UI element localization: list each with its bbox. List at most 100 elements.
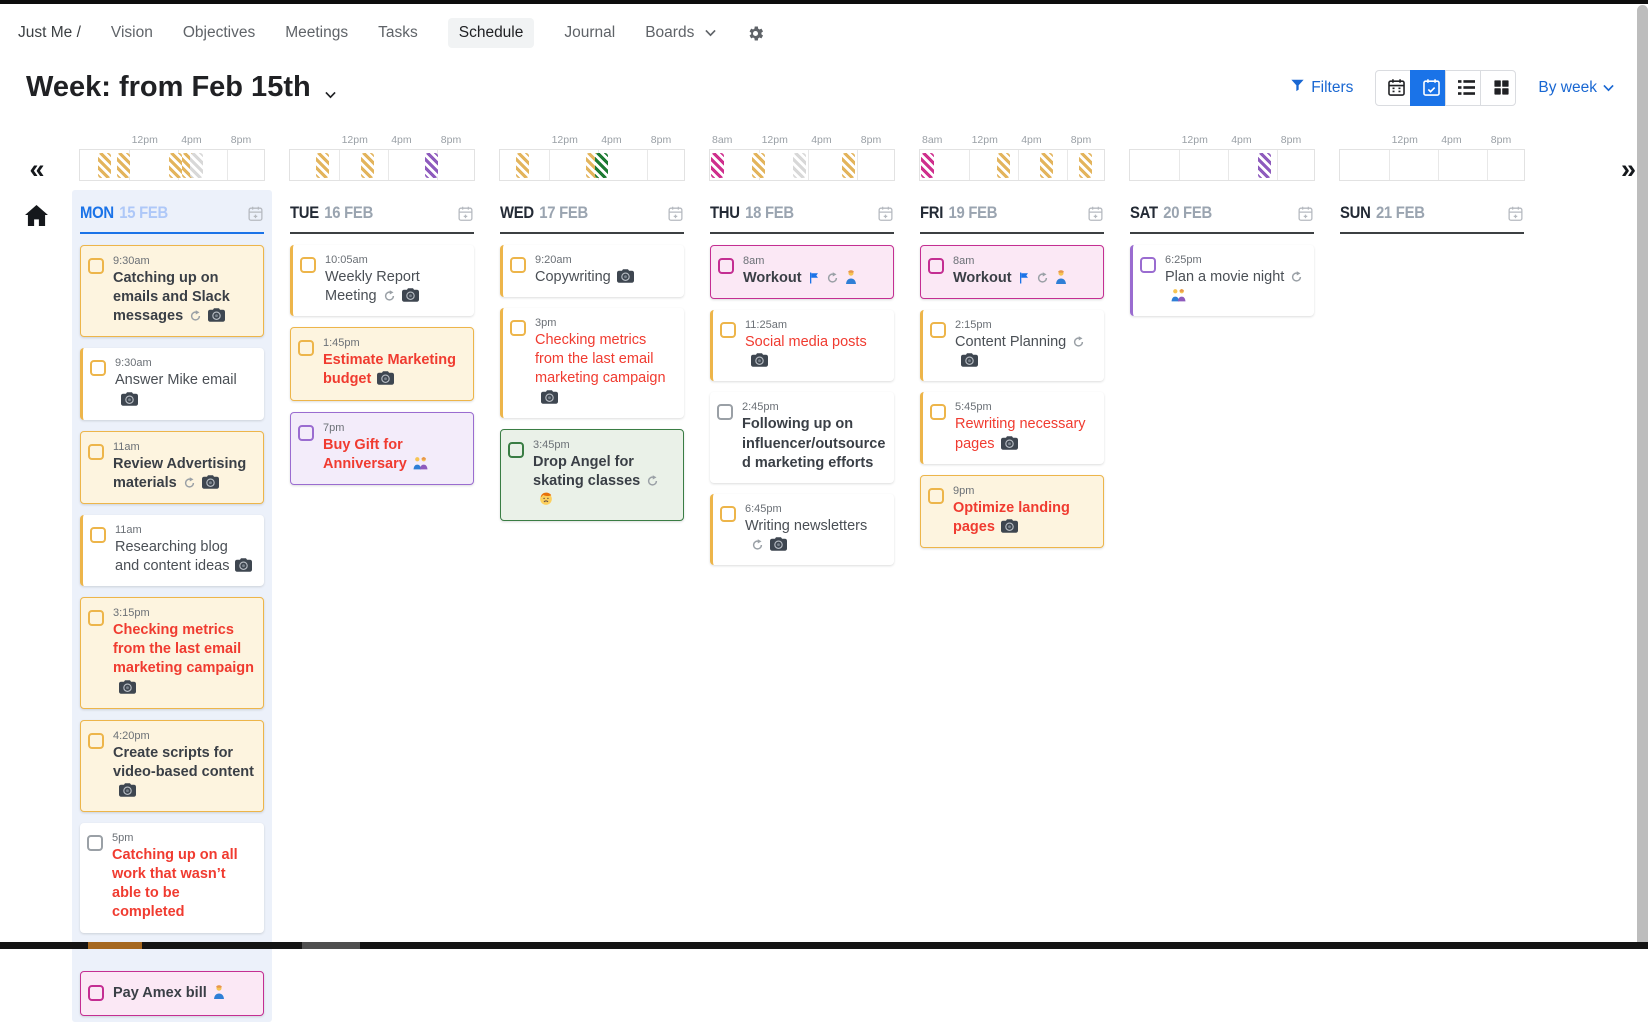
timeline-gridline (969, 150, 970, 180)
vertical-scrollbar[interactable] (1637, 5, 1648, 949)
task-checkbox[interactable] (87, 835, 103, 851)
task-time: 1:45pm (323, 337, 465, 349)
task-checkbox[interactable] (510, 257, 526, 273)
task-checkbox[interactable] (88, 610, 104, 626)
previous-week-button[interactable]: « (0, 156, 72, 183)
task-card[interactable]: 6:45pmWriting newsletters (710, 494, 894, 565)
list-view-button[interactable] (1445, 70, 1481, 106)
task-checkbox[interactable] (90, 527, 106, 543)
filters-button[interactable]: Filters (1290, 78, 1353, 97)
task-card[interactable]: 7pmBuy Gift for Anniversary (290, 412, 474, 485)
task-time: 9pm (953, 485, 1095, 497)
task-checkbox[interactable] (88, 733, 104, 749)
timeline-box (79, 149, 265, 181)
task-checkbox[interactable] (508, 442, 524, 458)
task-card[interactable]: 2:15pmContent Planning (920, 310, 1104, 381)
task-card[interactable]: 11amReview Advertising materials (80, 431, 264, 504)
nav-item-boards[interactable]: Boards (645, 24, 716, 42)
add-task-icon[interactable] (457, 205, 474, 222)
timeline-gridline (388, 150, 389, 180)
by-week-dropdown[interactable]: By week (1538, 79, 1614, 97)
calendar-view-button[interactable] (1375, 70, 1411, 106)
schedule-view-button[interactable] (1410, 70, 1446, 106)
task-checkbox[interactable] (930, 322, 946, 338)
task-checkbox[interactable] (928, 258, 944, 274)
viewgrid-icon (1493, 79, 1510, 96)
task-time: 3:15pm (113, 607, 255, 619)
task-checkbox[interactable] (717, 404, 733, 420)
task-card[interactable]: 3:45pmDrop Angel for skating classes (500, 429, 684, 521)
breadcrumb[interactable]: Just Me / (18, 24, 81, 42)
task-card[interactable]: 8amWorkout (710, 245, 894, 299)
day-header-text: WED17 FEB (500, 204, 588, 223)
task-checkbox[interactable] (930, 404, 946, 420)
day-date: 18 FEB (745, 204, 794, 223)
task-time: 8am (743, 255, 885, 267)
task-checkbox[interactable] (298, 340, 314, 356)
task-title: Writing newsletters (745, 517, 886, 555)
task-card[interactable]: 9pmOptimize landing pages (920, 475, 1104, 548)
day-body: THU18 FEB8amWorkout11:25amSocial media p… (702, 190, 902, 942)
task-title: Create scripts for video-based content (113, 744, 255, 801)
task-card[interactable]: 11amResearching blog and content ideas (80, 515, 264, 586)
task-checkbox[interactable] (298, 425, 314, 441)
add-task-icon[interactable] (247, 205, 264, 222)
task-checkbox[interactable] (1140, 257, 1156, 273)
task-checkbox[interactable] (510, 320, 526, 336)
task-card[interactable]: 6:25pmPlan a movie night (1130, 245, 1314, 316)
tick-label: 4pm (1441, 134, 1461, 146)
task-card[interactable]: 1:45pmEstimate Marketing budget (290, 327, 474, 400)
nav-item-objectives[interactable]: Objectives (183, 24, 255, 42)
task-card[interactable]: 4:20pmCreate scripts for video-based con… (80, 720, 264, 812)
tick-label: 8pm (441, 134, 461, 146)
task-checkbox[interactable] (88, 444, 104, 460)
task-card[interactable]: 9:20amCopywriting (500, 245, 684, 297)
add-task-icon[interactable] (877, 205, 894, 222)
task-checkbox[interactable] (88, 985, 104, 1001)
add-task-icon[interactable] (1507, 205, 1524, 222)
task-card[interactable]: 9:30amCatching up on emails and Slack me… (80, 245, 264, 337)
day-name: SAT (1130, 204, 1158, 223)
task-checkbox[interactable] (718, 258, 734, 274)
nav-item-label: Journal (564, 24, 615, 42)
task-checkbox[interactable] (90, 360, 106, 376)
add-task-icon[interactable] (1087, 205, 1104, 222)
task-content: 3:45pmDrop Angel for skating classes (533, 439, 675, 510)
task-time: 9:30am (115, 357, 256, 369)
timeline-bar (98, 153, 111, 178)
nav-item-schedule[interactable]: Schedule (448, 18, 535, 48)
home-icon[interactable] (0, 205, 72, 231)
grid-view-button[interactable] (1480, 70, 1516, 106)
task-checkbox[interactable] (88, 258, 104, 274)
task-checkbox[interactable] (300, 257, 316, 273)
task-checkbox[interactable] (720, 322, 736, 338)
week-title-dropdown[interactable]: Week: from Feb 15th (26, 68, 336, 107)
task-checkbox[interactable] (720, 506, 736, 522)
task-content: 8amWorkout (743, 255, 885, 288)
timeline-gridline (1228, 150, 1229, 180)
task-card[interactable]: 5pmCatching up on all work that wasn’t a… (80, 823, 264, 933)
task-content: 9:30amAnswer Mike email (115, 357, 256, 409)
tick-label: 12pm (1182, 134, 1208, 146)
nav-item-meetings[interactable]: Meetings (285, 24, 348, 42)
mini-timeline: 8am12pm4pm8pm (919, 134, 1105, 184)
task-card[interactable]: 8amWorkout (920, 245, 1104, 299)
task-card[interactable]: 9:30amAnswer Mike email (80, 348, 264, 419)
nav-item-tasks[interactable]: Tasks (378, 24, 418, 42)
nav-item-journal[interactable]: Journal (564, 24, 615, 42)
task-card[interactable]: Pay Amex bill (80, 971, 264, 1016)
task-card[interactable]: 10:05amWeekly Report Meeting (290, 245, 474, 316)
task-card[interactable]: 3:15pmChecking metrics from the last ema… (80, 597, 264, 709)
task-card[interactable]: 3pmChecking metrics from the last email … (500, 308, 684, 418)
task-checkbox[interactable] (928, 488, 944, 504)
next-week-button[interactable]: » (1621, 156, 1634, 183)
tick-label: 8pm (1071, 134, 1091, 146)
nav-item-vision[interactable]: Vision (111, 24, 153, 42)
add-task-icon[interactable] (667, 205, 684, 222)
settings-gear-button[interactable] (746, 24, 765, 43)
task-card[interactable]: 11:25amSocial media posts (710, 310, 894, 381)
add-task-icon[interactable] (1297, 205, 1314, 222)
task-title: Rewriting necessary pages (955, 415, 1096, 453)
task-card[interactable]: 2:45pmFollowing up on influencer/outsour… (710, 392, 894, 482)
task-card[interactable]: 5:45pmRewriting necessary pages (920, 392, 1104, 463)
